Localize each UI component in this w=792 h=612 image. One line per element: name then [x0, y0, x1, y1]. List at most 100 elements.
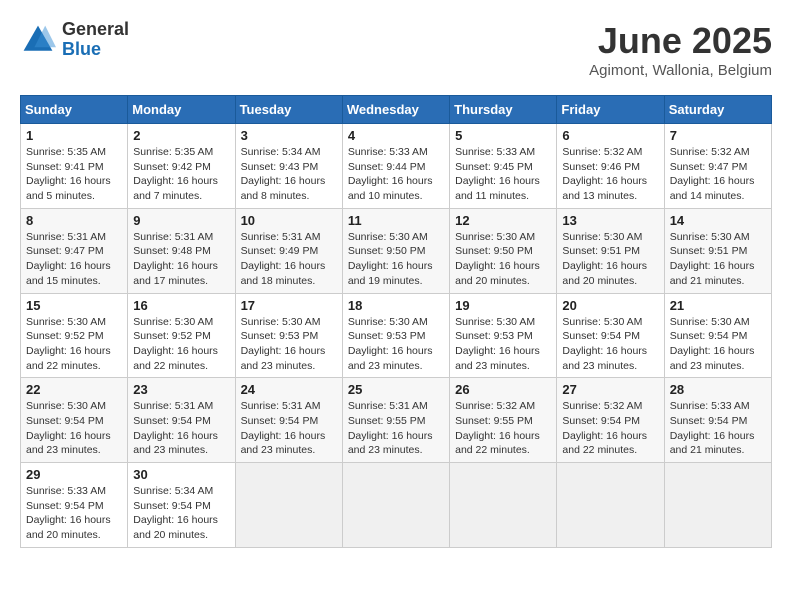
day-info: Sunrise: 5:30 AMSunset: 9:50 PMDaylight:… — [348, 231, 433, 287]
day-number: 3 — [241, 128, 337, 143]
day-info: Sunrise: 5:30 AMSunset: 9:52 PMDaylight:… — [133, 316, 218, 372]
day-info: Sunrise: 5:33 AMSunset: 9:44 PMDaylight:… — [348, 146, 433, 202]
calendar-cell: 20 Sunrise: 5:30 AMSunset: 9:54 PMDaylig… — [557, 293, 664, 378]
day-number: 7 — [670, 128, 766, 143]
calendar-cell: 6 Sunrise: 5:32 AMSunset: 9:46 PMDayligh… — [557, 124, 664, 209]
day-info: Sunrise: 5:30 AMSunset: 9:54 PMDaylight:… — [562, 316, 647, 372]
calendar-cell: 28 Sunrise: 5:33 AMSunset: 9:54 PMDaylig… — [664, 378, 771, 463]
calendar-cell: 16 Sunrise: 5:30 AMSunset: 9:52 PMDaylig… — [128, 293, 235, 378]
calendar-week-row: 29 Sunrise: 5:33 AMSunset: 9:54 PMDaylig… — [21, 463, 772, 548]
calendar-week-row: 15 Sunrise: 5:30 AMSunset: 9:52 PMDaylig… — [21, 293, 772, 378]
month-title: June 2025 — [589, 20, 772, 62]
day-info: Sunrise: 5:30 AMSunset: 9:52 PMDaylight:… — [26, 316, 111, 372]
day-number: 24 — [241, 382, 337, 397]
header-thursday: Thursday — [450, 96, 557, 124]
day-number: 11 — [348, 213, 444, 228]
day-info: Sunrise: 5:34 AMSunset: 9:54 PMDaylight:… — [133, 485, 218, 541]
calendar-cell: 5 Sunrise: 5:33 AMSunset: 9:45 PMDayligh… — [450, 124, 557, 209]
calendar-cell — [342, 463, 449, 548]
day-info: Sunrise: 5:30 AMSunset: 9:51 PMDaylight:… — [670, 231, 755, 287]
day-info: Sunrise: 5:35 AMSunset: 9:41 PMDaylight:… — [26, 146, 111, 202]
day-info: Sunrise: 5:31 AMSunset: 9:48 PMDaylight:… — [133, 231, 218, 287]
day-number: 6 — [562, 128, 658, 143]
day-number: 25 — [348, 382, 444, 397]
location-subtitle: Agimont, Wallonia, Belgium — [589, 62, 772, 79]
day-number: 17 — [241, 298, 337, 313]
day-info: Sunrise: 5:30 AMSunset: 9:54 PMDaylight:… — [26, 400, 111, 456]
day-number: 27 — [562, 382, 658, 397]
logo: General Blue — [20, 20, 129, 60]
day-number: 29 — [26, 467, 122, 482]
day-number: 2 — [133, 128, 229, 143]
day-number: 22 — [26, 382, 122, 397]
calendar-cell: 25 Sunrise: 5:31 AMSunset: 9:55 PMDaylig… — [342, 378, 449, 463]
calendar-cell: 9 Sunrise: 5:31 AMSunset: 9:48 PMDayligh… — [128, 208, 235, 293]
day-info: Sunrise: 5:30 AMSunset: 9:51 PMDaylight:… — [562, 231, 647, 287]
day-info: Sunrise: 5:30 AMSunset: 9:53 PMDaylight:… — [241, 316, 326, 372]
calendar-cell: 24 Sunrise: 5:31 AMSunset: 9:54 PMDaylig… — [235, 378, 342, 463]
day-info: Sunrise: 5:32 AMSunset: 9:47 PMDaylight:… — [670, 146, 755, 202]
header-monday: Monday — [128, 96, 235, 124]
calendar-header-row: Sunday Monday Tuesday Wednesday Thursday… — [21, 96, 772, 124]
logo-blue: Blue — [62, 40, 129, 60]
page-header: General Blue June 2025 Agimont, Wallonia… — [20, 20, 772, 79]
calendar-cell: 18 Sunrise: 5:30 AMSunset: 9:53 PMDaylig… — [342, 293, 449, 378]
day-number: 1 — [26, 128, 122, 143]
logo-general: General — [62, 20, 129, 40]
day-number: 26 — [455, 382, 551, 397]
calendar-week-row: 22 Sunrise: 5:30 AMSunset: 9:54 PMDaylig… — [21, 378, 772, 463]
day-number: 13 — [562, 213, 658, 228]
calendar-cell: 8 Sunrise: 5:31 AMSunset: 9:47 PMDayligh… — [21, 208, 128, 293]
calendar-week-row: 1 Sunrise: 5:35 AMSunset: 9:41 PMDayligh… — [21, 124, 772, 209]
calendar-cell: 14 Sunrise: 5:30 AMSunset: 9:51 PMDaylig… — [664, 208, 771, 293]
calendar-week-row: 8 Sunrise: 5:31 AMSunset: 9:47 PMDayligh… — [21, 208, 772, 293]
day-number: 23 — [133, 382, 229, 397]
calendar-cell — [235, 463, 342, 548]
day-info: Sunrise: 5:33 AMSunset: 9:54 PMDaylight:… — [26, 485, 111, 541]
calendar-cell: 7 Sunrise: 5:32 AMSunset: 9:47 PMDayligh… — [664, 124, 771, 209]
calendar-cell: 27 Sunrise: 5:32 AMSunset: 9:54 PMDaylig… — [557, 378, 664, 463]
calendar-cell: 2 Sunrise: 5:35 AMSunset: 9:42 PMDayligh… — [128, 124, 235, 209]
day-info: Sunrise: 5:31 AMSunset: 9:47 PMDaylight:… — [26, 231, 111, 287]
day-number: 18 — [348, 298, 444, 313]
calendar-cell: 3 Sunrise: 5:34 AMSunset: 9:43 PMDayligh… — [235, 124, 342, 209]
day-number: 21 — [670, 298, 766, 313]
calendar-cell: 22 Sunrise: 5:30 AMSunset: 9:54 PMDaylig… — [21, 378, 128, 463]
calendar-cell — [450, 463, 557, 548]
day-number: 8 — [26, 213, 122, 228]
calendar-cell: 10 Sunrise: 5:31 AMSunset: 9:49 PMDaylig… — [235, 208, 342, 293]
day-number: 20 — [562, 298, 658, 313]
day-number: 12 — [455, 213, 551, 228]
logo-icon — [20, 22, 56, 58]
calendar-cell: 19 Sunrise: 5:30 AMSunset: 9:53 PMDaylig… — [450, 293, 557, 378]
day-number: 5 — [455, 128, 551, 143]
calendar-cell: 30 Sunrise: 5:34 AMSunset: 9:54 PMDaylig… — [128, 463, 235, 548]
day-number: 4 — [348, 128, 444, 143]
day-number: 19 — [455, 298, 551, 313]
header-tuesday: Tuesday — [235, 96, 342, 124]
day-info: Sunrise: 5:31 AMSunset: 9:54 PMDaylight:… — [133, 400, 218, 456]
day-number: 10 — [241, 213, 337, 228]
day-info: Sunrise: 5:35 AMSunset: 9:42 PMDaylight:… — [133, 146, 218, 202]
calendar-cell — [664, 463, 771, 548]
day-info: Sunrise: 5:33 AMSunset: 9:54 PMDaylight:… — [670, 400, 755, 456]
calendar-table: Sunday Monday Tuesday Wednesday Thursday… — [20, 95, 772, 548]
calendar-cell: 15 Sunrise: 5:30 AMSunset: 9:52 PMDaylig… — [21, 293, 128, 378]
day-info: Sunrise: 5:31 AMSunset: 9:54 PMDaylight:… — [241, 400, 326, 456]
header-sunday: Sunday — [21, 96, 128, 124]
calendar-cell: 29 Sunrise: 5:33 AMSunset: 9:54 PMDaylig… — [21, 463, 128, 548]
day-number: 16 — [133, 298, 229, 313]
day-info: Sunrise: 5:34 AMSunset: 9:43 PMDaylight:… — [241, 146, 326, 202]
day-number: 9 — [133, 213, 229, 228]
day-info: Sunrise: 5:33 AMSunset: 9:45 PMDaylight:… — [455, 146, 540, 202]
day-info: Sunrise: 5:32 AMSunset: 9:55 PMDaylight:… — [455, 400, 540, 456]
header-saturday: Saturday — [664, 96, 771, 124]
title-block: June 2025 Agimont, Wallonia, Belgium — [589, 20, 772, 79]
day-number: 30 — [133, 467, 229, 482]
day-info: Sunrise: 5:30 AMSunset: 9:54 PMDaylight:… — [670, 316, 755, 372]
day-info: Sunrise: 5:31 AMSunset: 9:49 PMDaylight:… — [241, 231, 326, 287]
day-info: Sunrise: 5:30 AMSunset: 9:53 PMDaylight:… — [455, 316, 540, 372]
calendar-cell: 13 Sunrise: 5:30 AMSunset: 9:51 PMDaylig… — [557, 208, 664, 293]
day-number: 14 — [670, 213, 766, 228]
header-friday: Friday — [557, 96, 664, 124]
